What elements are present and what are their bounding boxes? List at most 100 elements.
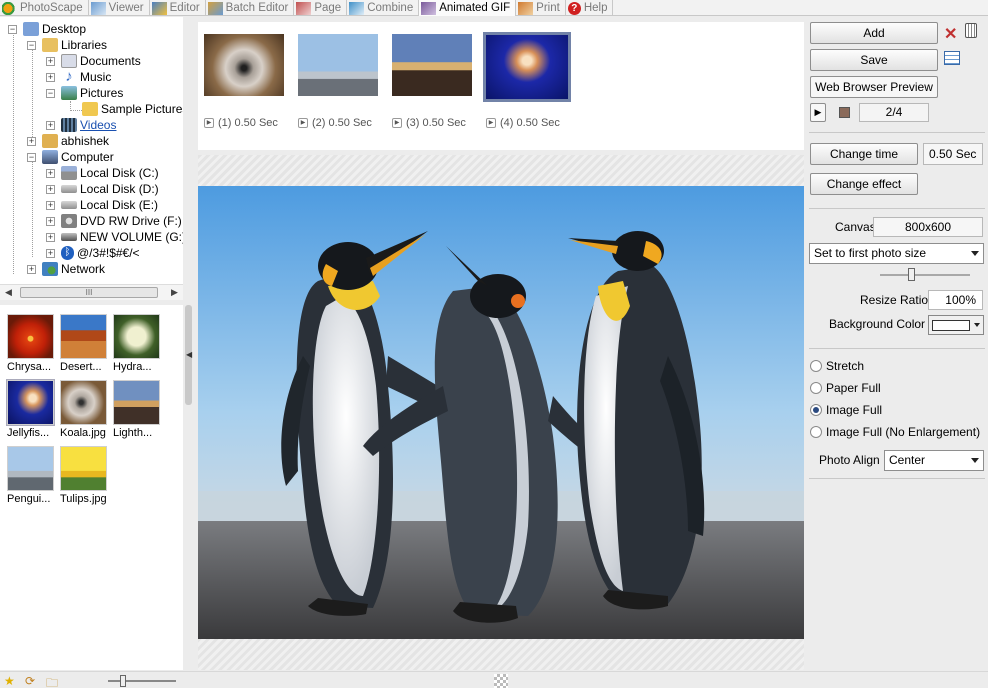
- tab-page[interactable]: Page: [294, 0, 348, 16]
- play-icon[interactable]: ▶: [392, 118, 402, 128]
- tree-item-local-disk-c[interactable]: + Local Disk (C:): [46, 165, 159, 181]
- tab-photoscape[interactable]: PhotoScape: [0, 0, 89, 16]
- tree-item-music[interactable]: + ♪ Music: [46, 69, 111, 85]
- background-color-picker[interactable]: [928, 315, 984, 335]
- frame-time-label[interactable]: ▶ (3) 0.50 Sec: [392, 117, 466, 129]
- tab-help[interactable]: ? Help: [566, 0, 614, 16]
- expand-icon[interactable]: +: [46, 57, 55, 66]
- folder-open-icon[interactable]: 🗀: [46, 674, 58, 688]
- slider-knob[interactable]: [120, 675, 126, 687]
- tree-item-local-disk-d[interactable]: + Local Disk (D:): [46, 181, 159, 197]
- thumbnail-item[interactable]: Jellyfis...: [6, 379, 57, 439]
- thumbnail-size-slider[interactable]: [108, 680, 176, 682]
- expand-icon[interactable]: +: [46, 233, 55, 242]
- refresh-icon[interactable]: ⟳: [25, 674, 35, 688]
- play-button[interactable]: ▶: [810, 103, 826, 122]
- scroll-left-icon[interactable]: ◀: [5, 287, 12, 298]
- play-icon[interactable]: ▶: [486, 118, 496, 128]
- expand-icon[interactable]: +: [46, 73, 55, 82]
- resize-slider-knob[interactable]: [908, 268, 915, 281]
- canvas-label: Canvas: [835, 220, 876, 234]
- thumbnail-item[interactable]: Lighth...: [113, 380, 163, 439]
- change-effect-button[interactable]: Change effect: [810, 173, 918, 195]
- remove-icon[interactable]: ✕: [944, 24, 957, 44]
- play-icon[interactable]: ▶: [204, 118, 214, 128]
- star-icon[interactable]: ★: [4, 674, 15, 688]
- expand-icon[interactable]: +: [46, 217, 55, 226]
- tree-item-libraries[interactable]: − Libraries: [27, 37, 107, 53]
- change-time-button[interactable]: Change time: [810, 143, 918, 165]
- tree-item-local-disk-e[interactable]: + Local Disk (E:): [46, 197, 158, 213]
- tab-batch-editor[interactable]: Batch Editor: [206, 0, 295, 16]
- dvd-drive-icon: [61, 214, 77, 228]
- tab-viewer[interactable]: Viewer: [89, 0, 150, 16]
- page-icon: [296, 1, 312, 15]
- tab-editor[interactable]: Editor: [150, 0, 206, 16]
- tree-item-desktop[interactable]: − Desktop: [8, 21, 86, 37]
- thumbnail-item[interactable]: Chrysa...: [7, 314, 57, 373]
- collapse-icon[interactable]: −: [46, 89, 55, 98]
- expand-icon[interactable]: +: [46, 121, 55, 130]
- frame-item[interactable]: [298, 34, 378, 102]
- stretch-radio[interactable]: Stretch: [810, 359, 864, 373]
- expand-icon[interactable]: +: [46, 249, 55, 258]
- resize-slider-track[interactable]: [880, 274, 970, 276]
- frame-time-label[interactable]: ▶ (2) 0.50 Sec: [298, 117, 372, 129]
- thumbnail-panel: Chrysa... Desert... Hydra... Jellyfis...…: [0, 305, 183, 670]
- tree-item-videos[interactable]: + Videos: [46, 117, 116, 133]
- resize-ratio-field[interactable]: 100%: [928, 290, 983, 310]
- thumbnail-item[interactable]: Pengui...: [7, 446, 57, 505]
- computer-icon: [42, 150, 58, 164]
- tree-item-pictures[interactable]: − Pictures: [46, 85, 123, 101]
- expand-icon[interactable]: +: [46, 201, 55, 210]
- frame-item-selected[interactable]: [483, 32, 571, 102]
- expand-icon[interactable]: +: [27, 137, 36, 146]
- scrollbar-thumb[interactable]: III: [20, 287, 158, 298]
- scroll-right-icon[interactable]: ▶: [171, 287, 178, 298]
- frame-item[interactable]: [204, 34, 284, 102]
- expand-icon[interactable]: +: [46, 169, 55, 178]
- chevron-down-icon: [971, 458, 979, 463]
- play-icon[interactable]: ▶: [298, 118, 308, 128]
- tab-combine[interactable]: Combine: [347, 0, 420, 16]
- thumbnail-item[interactable]: Tulips.jpg: [60, 446, 110, 505]
- collapse-panel-icon[interactable]: ◀: [186, 350, 192, 359]
- tab-print[interactable]: Print: [516, 0, 566, 16]
- web-browser-preview-button[interactable]: Web Browser Preview: [810, 76, 938, 98]
- tree-item-dvd-drive[interactable]: + DVD RW Drive (F:): [46, 213, 182, 229]
- add-button[interactable]: Add: [810, 22, 938, 44]
- thumbnail-item[interactable]: Hydra...: [113, 314, 163, 373]
- tree-item-documents[interactable]: + Documents: [46, 53, 141, 69]
- tulips-thumbnail: [60, 446, 107, 491]
- canvas-size-select[interactable]: Set to first photo size: [809, 243, 984, 264]
- thumbnail-item[interactable]: Koala.jpg: [60, 380, 110, 439]
- collapse-icon[interactable]: −: [8, 25, 17, 34]
- transparency-toggle-icon[interactable]: [494, 674, 508, 688]
- tree-item-computer[interactable]: − Computer: [27, 149, 114, 165]
- collapse-icon[interactable]: −: [27, 153, 36, 162]
- tab-animated-gif[interactable]: Animated GIF: [419, 0, 517, 16]
- save-button[interactable]: Save: [810, 49, 938, 71]
- image-full-no-enlargement-radio[interactable]: Image Full (No Enlargement): [810, 425, 980, 439]
- frame-item[interactable]: [392, 34, 472, 102]
- tree-item-abhishek[interactable]: + abhishek: [27, 133, 109, 149]
- thumbnail-scrollbar[interactable]: [183, 305, 195, 670]
- stop-button[interactable]: [836, 103, 852, 122]
- tree-item-sample-pictures[interactable]: Sample Pictures: [82, 101, 183, 117]
- expand-icon[interactable]: +: [46, 185, 55, 194]
- collapse-icon[interactable]: −: [27, 41, 36, 50]
- list-icon[interactable]: [944, 51, 960, 65]
- photo-align-select[interactable]: Center: [884, 450, 984, 471]
- disk-icon: [61, 185, 77, 193]
- thumbnail-item[interactable]: Desert...: [60, 314, 110, 373]
- tree-item-bluetooth[interactable]: + ᛒ @/3#!$#€/<: [46, 245, 140, 261]
- image-full-radio[interactable]: Image Full: [810, 403, 882, 417]
- frame-time-label[interactable]: ▶ (1) 0.50 Sec: [204, 117, 278, 129]
- trash-icon[interactable]: [965, 23, 977, 38]
- tree-horizontal-scrollbar[interactable]: ◀ III ▶: [0, 284, 183, 300]
- paper-full-radio[interactable]: Paper Full: [810, 381, 881, 395]
- tree-item-network[interactable]: + Network: [27, 261, 105, 277]
- expand-icon[interactable]: +: [27, 265, 36, 274]
- tree-item-new-volume[interactable]: + NEW VOLUME (G:): [46, 229, 183, 245]
- frame-time-label[interactable]: ▶ (4) 0.50 Sec: [486, 117, 560, 129]
